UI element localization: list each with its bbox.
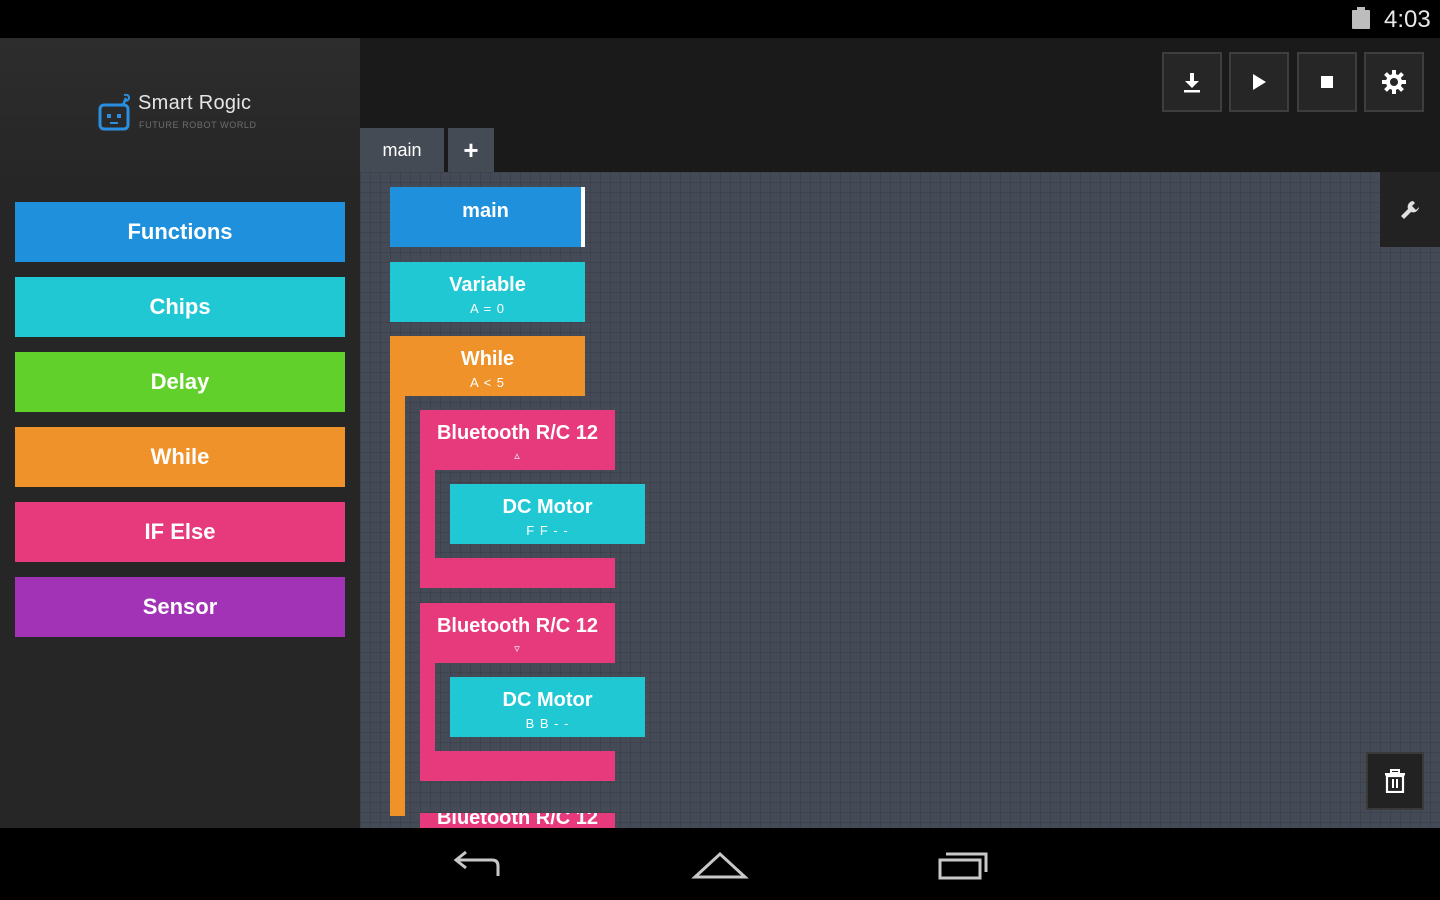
while-block-spine — [390, 336, 405, 816]
dc-motor-block-1-params: F F - - — [526, 523, 569, 538]
trash-icon — [1385, 769, 1405, 793]
home-icon[interactable] — [690, 848, 750, 882]
category-functions-button[interactable]: Functions — [15, 202, 345, 262]
download-icon — [1184, 73, 1200, 93]
status-clock: 4:03 — [1384, 6, 1431, 33]
program-canvas[interactable]: main Variable A = 0 While A < 5 Bluetoot… — [360, 172, 1440, 828]
system-nav-bar — [0, 828, 1440, 900]
while-block-title: While — [460, 348, 515, 370]
tab-main[interactable]: main — [360, 128, 444, 172]
app-title: Smart Rogic — [138, 92, 252, 114]
bluetooth-block-1-footer — [420, 558, 615, 588]
stop-icon — [1321, 76, 1333, 88]
play-button[interactable] — [1229, 52, 1289, 112]
settings-button[interactable] — [1364, 52, 1424, 112]
category-while-button[interactable]: While — [15, 427, 345, 487]
stop-button[interactable] — [1297, 52, 1357, 112]
clip-region: Bluetooth R/C 12 — [390, 813, 1440, 828]
category-chips-button[interactable]: Chips — [15, 277, 345, 337]
variable-block[interactable]: Variable A = 0 — [390, 262, 585, 322]
delete-button[interactable] — [1366, 752, 1424, 810]
workspace-toolbar — [360, 38, 1440, 128]
bluetooth-block-1-arrow: ▵ — [514, 450, 521, 462]
dc-motor-block-2-params: B B - - — [525, 716, 570, 731]
variable-block-title: Variable — [449, 274, 526, 296]
tools-button[interactable] — [1380, 172, 1440, 247]
dc-motor-block-2-title: DC Motor — [502, 689, 593, 711]
wrench-icon — [1401, 200, 1419, 219]
block-palette-sidebar: Smart Rogic FUTURE ROBOT WORLD Functions… — [0, 38, 360, 828]
battery-icon — [1352, 7, 1370, 29]
main-block[interactable]: main — [390, 187, 585, 247]
while-block[interactable]: While A < 5 — [390, 336, 585, 396]
dc-motor-block-1[interactable]: DC Motor F F - - — [450, 484, 645, 544]
app-subtitle: FUTURE ROBOT WORLD — [139, 120, 257, 130]
bluetooth-block-3-title: Bluetooth R/C 12 — [436, 813, 599, 828]
category-ifelse-button[interactable]: IF Else — [15, 502, 345, 562]
bluetooth-block-3[interactable]: Bluetooth R/C 12 — [420, 813, 615, 828]
bluetooth-block-2-footer — [420, 751, 615, 781]
app-logo: Smart Rogic FUTURE ROBOT WORLD — [98, 92, 278, 134]
tab-strip: main + — [360, 128, 1440, 172]
category-sensor-button[interactable]: Sensor — [15, 577, 345, 637]
variable-block-value: A = 0 — [470, 301, 505, 316]
while-block-condition: A < 5 — [470, 375, 505, 390]
gear-icon — [1382, 70, 1406, 94]
back-icon[interactable] — [450, 848, 506, 882]
category-delay-button[interactable]: Delay — [15, 352, 345, 412]
download-button[interactable] — [1162, 52, 1222, 112]
bluetooth-block-2[interactable]: Bluetooth R/C 12 ▿ — [420, 603, 615, 663]
bluetooth-block-1[interactable]: Bluetooth R/C 12 ▵ — [420, 410, 615, 470]
dc-motor-block-1-title: DC Motor — [502, 496, 593, 518]
recents-icon[interactable] — [936, 848, 992, 882]
robot-logo-icon — [98, 94, 131, 131]
status-bar: 4:03 — [0, 0, 1440, 38]
bluetooth-block-2-title: Bluetooth R/C 12 — [436, 615, 599, 637]
bluetooth-block-1-title: Bluetooth R/C 12 — [436, 422, 599, 444]
play-icon — [1253, 74, 1266, 90]
main-block-title: main — [462, 200, 509, 222]
bluetooth-block-2-arrow: ▿ — [514, 643, 521, 655]
add-tab-button[interactable]: + — [448, 128, 494, 172]
dc-motor-block-2[interactable]: DC Motor B B - - — [450, 677, 645, 737]
